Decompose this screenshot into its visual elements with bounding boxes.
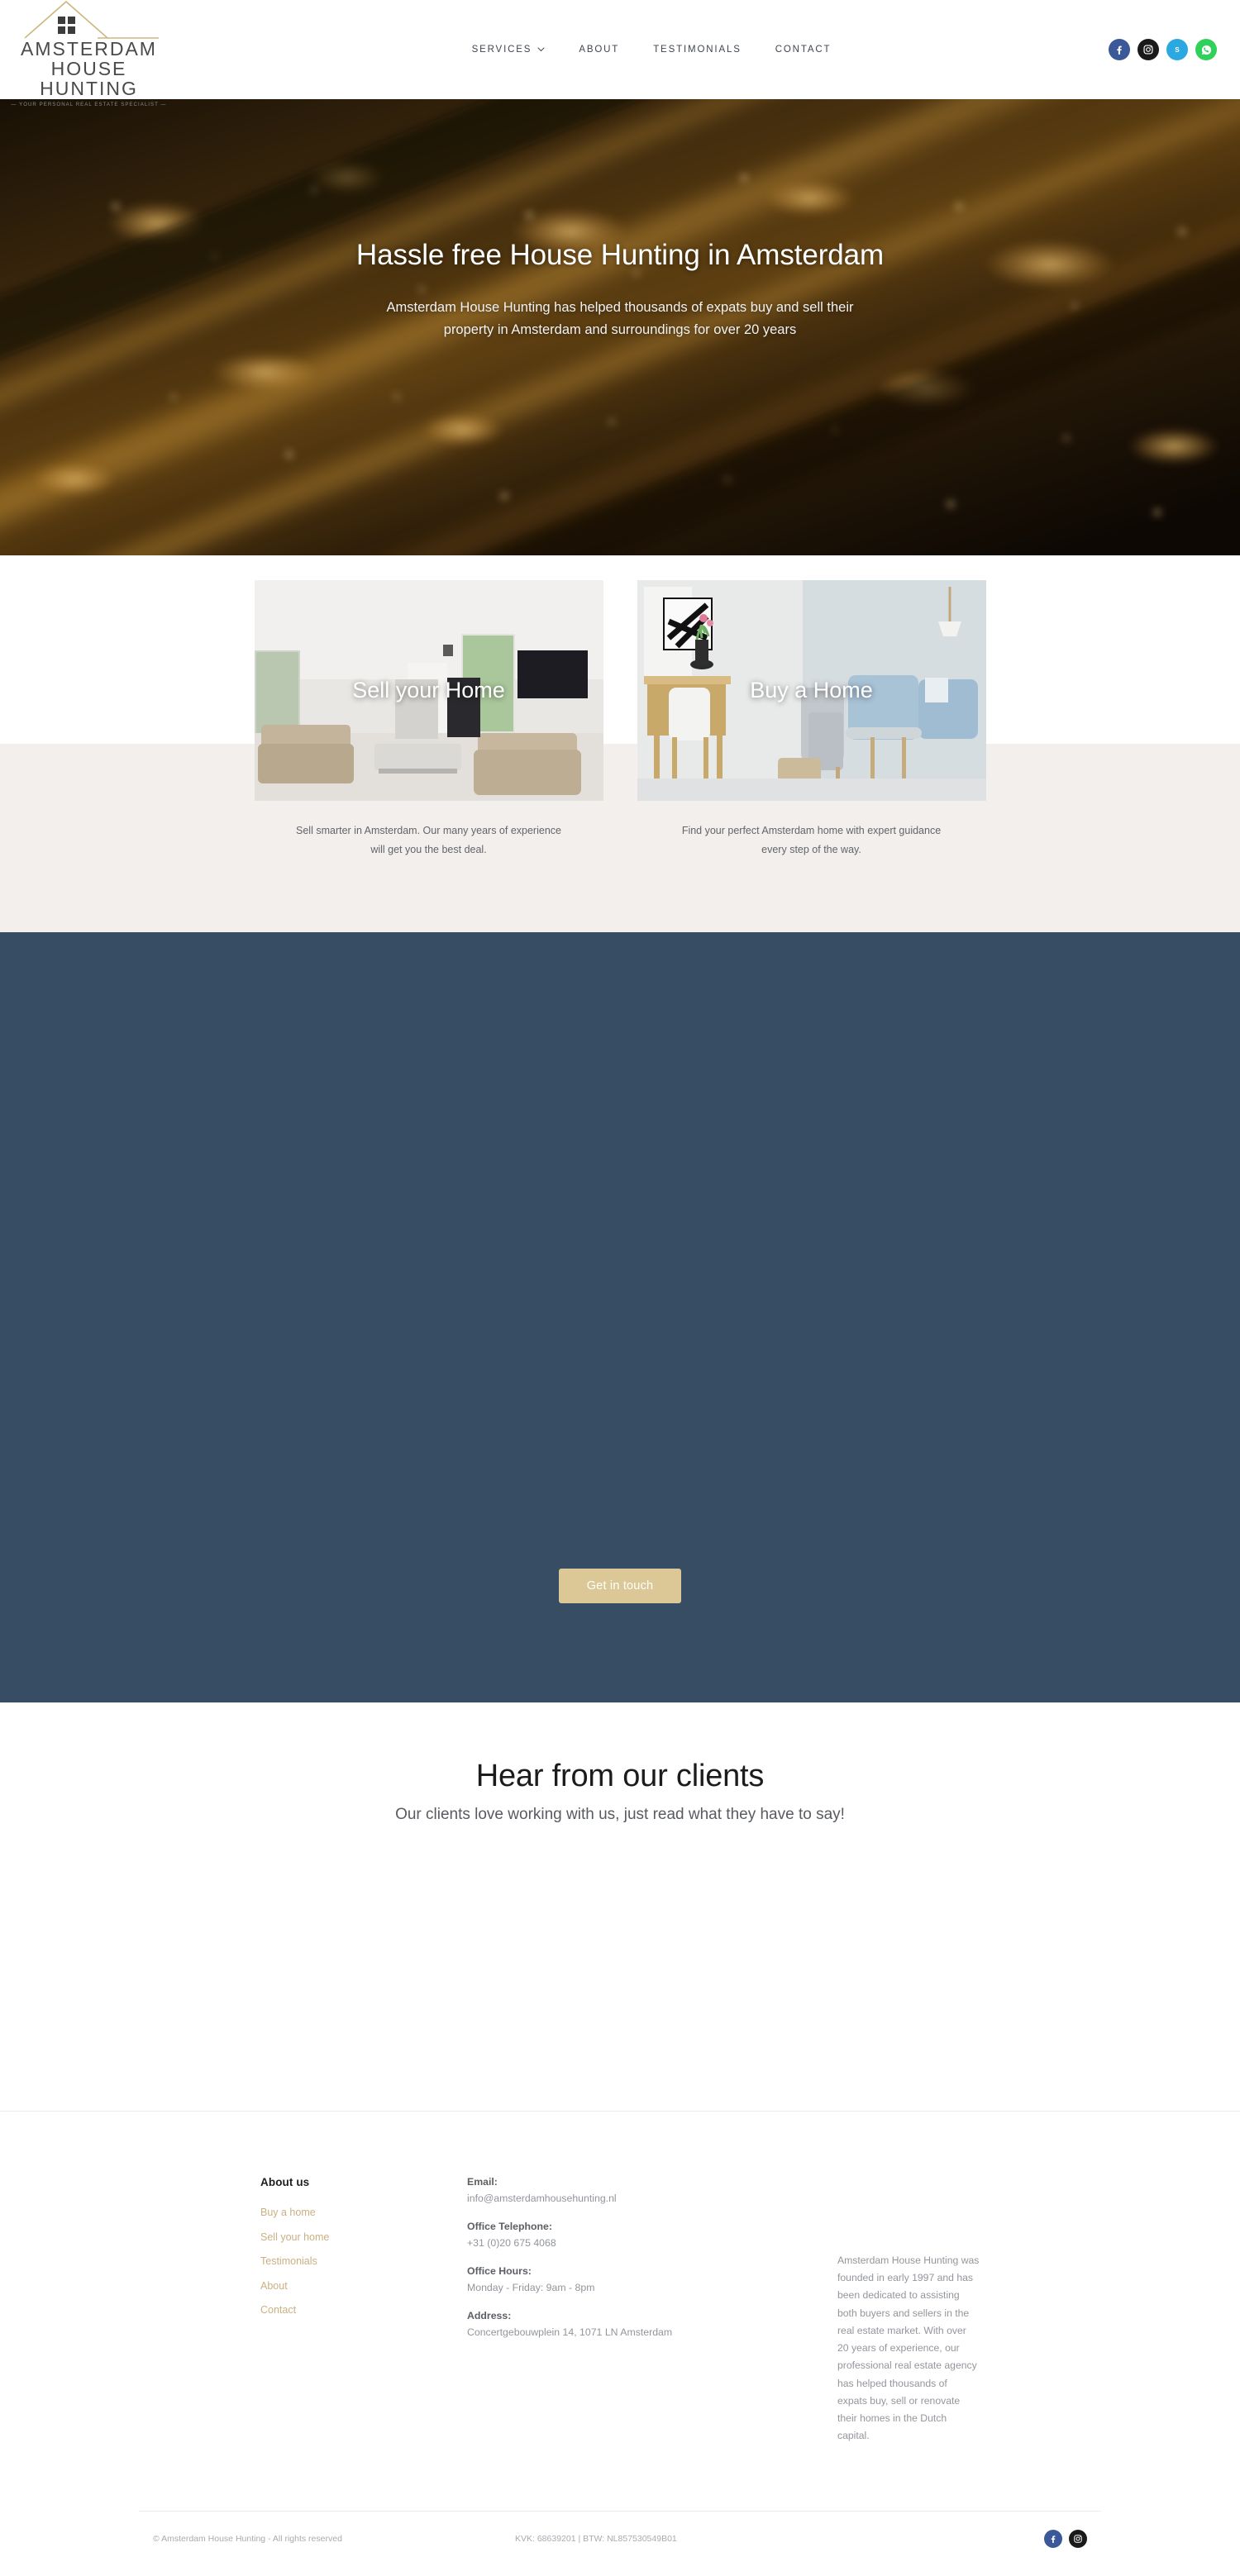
footer-about-column: About us Buy a home Sell your home Testi… bbox=[260, 2176, 467, 2445]
registration-text: KVK: 68639201 | BTW: NL857530549B01 bbox=[515, 2534, 677, 2545]
testimonials-title: Hear from our clients bbox=[475, 1759, 765, 1793]
get-in-touch-button[interactable]: Get in touch bbox=[558, 1569, 682, 1603]
services-section: Sell your Home Sell smarter in Amsterdam… bbox=[0, 555, 1240, 932]
buy-home-description: Find your perfect Amsterdam home with ex… bbox=[681, 825, 942, 856]
testimonials-subtitle: Our clients love working with us, just r… bbox=[395, 1806, 845, 1823]
skype-icon[interactable]: S bbox=[1166, 39, 1188, 60]
sell-home-description: Sell smarter in Amsterdam. Our many year… bbox=[296, 825, 561, 856]
contact-address-label: Address: bbox=[467, 2310, 512, 2321]
footer-link-list: Buy a home Sell your home Testimonials A… bbox=[260, 2207, 467, 2316]
logo-tagline: — YOUR PERSONAL REAL ESTATE SPECIALIST — bbox=[11, 101, 167, 107]
contact-address: Address: Concertgebouwplein 14, 1071 LN … bbox=[467, 2310, 823, 2338]
facebook-icon[interactable] bbox=[1044, 2530, 1062, 2549]
contact-email-label: Email: bbox=[467, 2176, 498, 2188]
nav-label-services: SERVICES bbox=[471, 45, 532, 55]
nav-item-contact[interactable]: CONTACT bbox=[775, 45, 832, 55]
contact-hours-value: Monday - Friday: 9am - 8pm bbox=[467, 2282, 595, 2293]
buy-home-title: Buy a Home bbox=[750, 678, 873, 702]
header-social-links: S bbox=[1109, 39, 1217, 60]
instagram-icon[interactable] bbox=[1137, 39, 1159, 60]
instagram-icon[interactable] bbox=[1069, 2530, 1087, 2549]
contact-hours-label: Office Hours: bbox=[467, 2265, 532, 2277]
footer-about-heading: About us bbox=[260, 2176, 310, 2188]
site-footer: About us Buy a home Sell your home Testi… bbox=[0, 2111, 1240, 2576]
contact-email: Email: info@amsterdamhousehunting.nl bbox=[467, 2176, 823, 2204]
facebook-icon[interactable] bbox=[1109, 39, 1130, 60]
footer-social-links bbox=[1044, 2530, 1087, 2549]
hero-subtitle: Amsterdam House Hunting has helped thous… bbox=[386, 299, 854, 337]
contact-hours: Office Hours: Monday - Friday: 9am - 8pm bbox=[467, 2265, 823, 2293]
footer-link-buy-a-home[interactable]: Buy a home bbox=[260, 2207, 467, 2218]
cta-section: Get in touch bbox=[0, 932, 1240, 1702]
copyright-text: © Amsterdam House Hunting - All rights r… bbox=[153, 2534, 342, 2545]
hero-title: Hassle free House Hunting in Amsterdam bbox=[355, 239, 885, 271]
contact-telephone: Office Telephone: +31 (0)20 675 4068 bbox=[467, 2221, 823, 2249]
contact-email-value[interactable]: info@amsterdamhousehunting.nl bbox=[467, 2193, 823, 2204]
service-card-buy: Buy a Home Find your perfect Amsterdam h… bbox=[637, 580, 986, 859]
whatsapp-icon[interactable] bbox=[1195, 39, 1217, 60]
nav-item-services[interactable]: SERVICES bbox=[472, 45, 546, 55]
site-header: AMSTERDAM HOUSE HUNTING — YOUR PERSONAL … bbox=[0, 0, 1240, 107]
logo-house-icon bbox=[18, 0, 160, 40]
nav-item-about[interactable]: ABOUT bbox=[579, 45, 619, 55]
contact-telephone-label: Office Telephone: bbox=[467, 2221, 552, 2232]
footer-link-testimonials[interactable]: Testimonials bbox=[260, 2255, 467, 2267]
footer-bottom-bar: © Amsterdam House Hunting - All rights r… bbox=[0, 2512, 1240, 2576]
logo-name-line1: AMSTERDAM bbox=[21, 38, 157, 60]
service-card-sell: Sell your Home Sell smarter in Amsterdam… bbox=[254, 580, 603, 859]
footer-link-about[interactable]: About bbox=[260, 2280, 467, 2292]
chevron-down-icon bbox=[537, 45, 545, 55]
footer-company-column: Amsterdam House Hunting was founded in e… bbox=[823, 2176, 980, 2445]
buy-home-card-image[interactable]: Buy a Home bbox=[637, 580, 986, 801]
service-cards: Sell your Home Sell smarter in Amsterdam… bbox=[0, 555, 1240, 859]
logo-name-line2: HOUSE HUNTING bbox=[40, 58, 138, 99]
footer-link-contact[interactable]: Contact bbox=[260, 2304, 467, 2316]
page-root: AMSTERDAM HOUSE HUNTING — YOUR PERSONAL … bbox=[0, 0, 1240, 2576]
footer-contact-column: Email: info@amsterdamhousehunting.nl Off… bbox=[467, 2176, 823, 2445]
contact-telephone-value[interactable]: +31 (0)20 675 4068 bbox=[467, 2237, 823, 2249]
main-navigation: SERVICES ABOUT TESTIMONIALS CONTACT bbox=[161, 45, 1109, 55]
nav-item-testimonials[interactable]: TESTIMONIALS bbox=[653, 45, 742, 55]
footer-company-paragraph: Amsterdam House Hunting was founded in e… bbox=[837, 2255, 980, 2442]
contact-address-value: Concertgebouwplein 14, 1071 LN Amsterdam bbox=[467, 2326, 673, 2338]
footer-columns: About us Buy a home Sell your home Testi… bbox=[107, 2112, 1133, 2445]
hero-content: Hassle free House Hunting in Amsterdam A… bbox=[355, 238, 885, 340]
sell-home-card-image[interactable]: Sell your Home bbox=[254, 580, 603, 801]
sell-home-title: Sell your Home bbox=[352, 678, 505, 702]
footer-link-sell-your-home[interactable]: Sell your home bbox=[260, 2231, 467, 2243]
testimonials-section: Hear from our clients Our clients love w… bbox=[0, 1702, 1240, 2111]
site-logo[interactable]: AMSTERDAM HOUSE HUNTING — YOUR PERSONAL … bbox=[11, 0, 166, 107]
svg-text:S: S bbox=[1175, 46, 1180, 54]
hero-section: Hassle free House Hunting in Amsterdam A… bbox=[0, 99, 1240, 555]
